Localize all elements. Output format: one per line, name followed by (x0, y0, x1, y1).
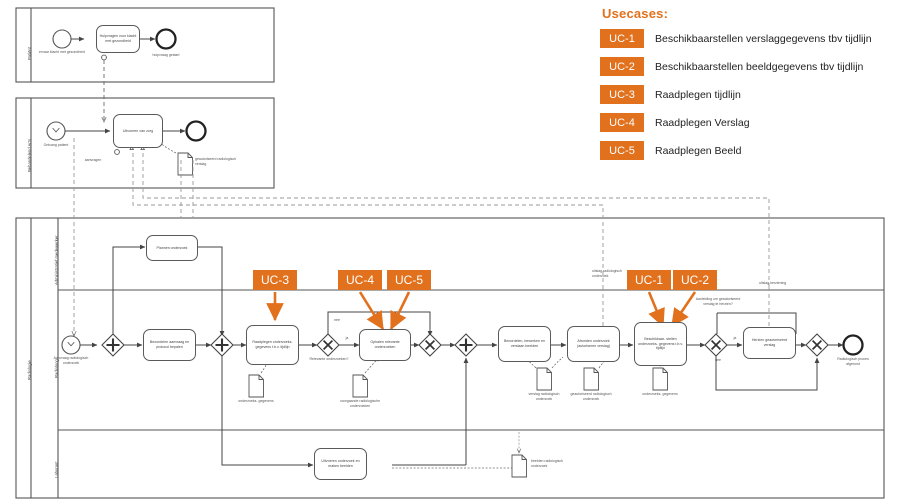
task-hulpvragen: Hulpvragen voor klacht met gezondheid (96, 25, 140, 53)
legend-row-uc-2: UC-2 Beschikbaarstellen beeldgegevens tb… (600, 57, 896, 76)
task-beschikbaarstellen-tijdlijn: Beschikbaar- stellen onderzoeks- gegeven… (634, 322, 687, 366)
lane-label-patient: Patiënt (27, 46, 32, 60)
legend-text-uc-2: Beschikbaarstellen beeldgegevens tbv tij… (655, 60, 864, 73)
label-gateway-relevante-ja: ja (345, 336, 349, 340)
legend-row-uc-1: UC-1 Beschikbaarstellen verslaggegevens … (600, 29, 896, 48)
data-object-label-onderzoeksgegevens-1: onderzoeks- gegevens (238, 399, 274, 403)
lane-label-administratief-medewerker: Administratief medewerker (54, 235, 59, 285)
label-gateway-relevante-nee: nee (334, 318, 340, 322)
task-herzien-geautoriseerd-verslag: Herzien geautoriseerd verslag (743, 327, 796, 359)
lane-label-laborant: Laborant (54, 461, 59, 478)
legend-badge-uc-4: UC-4 (600, 113, 644, 132)
bpmn-diagram-canvas: Patiënt Behandelend Arts Radiologie Admi… (0, 0, 900, 502)
legend-row-uc-3: UC-3 Raadplegen tijdlijn (600, 85, 896, 104)
task-plannen-onderzoek: Plannen onderzoek (146, 235, 198, 261)
legend-row-uc-4: UC-4 Raadplegen Verslag (600, 113, 896, 132)
task-ophalen-relevante-onderzoeken: Ophalen relevante onderzoeken (359, 329, 411, 361)
flow-laborant (392, 432, 527, 478)
pool-patient (15, 7, 275, 83)
data-object-label-verslag-radiologisch-onderzoek: verslag radiologisch onderzoek (528, 392, 560, 401)
data-objects-radioloog (248, 356, 668, 398)
legend-badge-uc-5: UC-5 (600, 141, 644, 160)
label-geautoriseerd-radiologisch-verslag: geautoriseerd radiologisch verslag (195, 157, 237, 166)
message-label-uitslag-herziening: uitslag herziening (759, 281, 787, 285)
usecase-callout-arrows (266, 291, 697, 331)
label-hulpvraag-gestart: hulpvraag gestart (152, 53, 180, 57)
label-ontvang-patient: Ontvang patient (43, 143, 69, 147)
label-ervaar-klacht: ervaar klacht met gezondheid (39, 50, 85, 54)
legend-badge-uc-2: UC-2 (600, 57, 644, 76)
legend-text-uc-4: Raadplegen Verslag (655, 116, 750, 129)
legend-row-uc-5: UC-5 Raadplegen Beeld (600, 141, 896, 160)
legend-title: Usecases: (602, 6, 669, 21)
task-uitvoeren-onderzoek-maken-beelden: Uitvoeren onderzoek en maken beelden (314, 448, 367, 480)
usecase-callout-uc-4[interactable]: UC-4 (338, 270, 382, 290)
usecase-callout-uc-5[interactable]: UC-5 (387, 270, 431, 290)
usecases-legend: Usecases: UC-1 Beschikbaarstellen versla… (600, 6, 896, 169)
pool-label-radiologie: Radiologie (27, 360, 32, 380)
data-object-label-beelden-radiologisch-onderzoek: beelden radiologisch onderzoek (531, 459, 564, 468)
data-object-label-voorgaande-onderzoeken: voorgaande radiologische onderzoeken (339, 399, 381, 408)
task-beoordelen-bewerken-verslaan: Beoordelen, bewerken en verslaan beelden (498, 326, 551, 362)
task-raadplegen-tijdlijn: Raadplegen onderzoeks- gegevens t.b.v. t… (246, 325, 299, 365)
label-gateway-aanleiding-herzien: Aanleiding om geautoriseerd verslag te h… (695, 297, 741, 306)
task-beoordelen-aanvraag: Beoordelen aanvraag en protocol bepalen (143, 329, 196, 361)
label-aanvragen: aanvragen (84, 158, 102, 162)
label-gateway-relevante-onderzoeken: Relevante onderzoeken? (309, 357, 349, 361)
legend-badge-uc-3: UC-3 (600, 85, 644, 104)
usecase-callout-uc-3[interactable]: UC-3 (253, 270, 297, 290)
legend-text-uc-1: Beschikbaarstellen verslaggegevens tbv t… (655, 32, 872, 45)
task-uitvoeren-van-zorg: Uitvoeren van zorg (113, 114, 163, 148)
legend-text-uc-3: Raadplegen tijdlijn (655, 88, 741, 101)
label-radiologisch-proces-afgerond: Radiologisch proces afgerond (837, 357, 869, 366)
data-object-label-geautoriseerd-radiologisch-onderzoek: geautoriseerd radiologisch onderzoek (570, 392, 612, 401)
legend-text-uc-5: Raadplegen Beeld (655, 144, 742, 157)
usecase-callout-uc-1[interactable]: UC-1 (627, 270, 671, 290)
legend-badge-uc-1: UC-1 (600, 29, 644, 48)
message-label-uitslag-radiologisch-onderzoek: uitslag radiologisch onderzoek (592, 269, 622, 278)
label-gateway-aanleiding-nee: nee (715, 358, 721, 362)
data-object-label-onderzoeksgegevens-2: onderzoeks- gegevens (642, 392, 678, 396)
label-aanvraag-radiologisch-onderzoek: Aanvraag radiologisch onderzoek (53, 356, 89, 365)
label-gateway-aanleiding-ja: ja (733, 336, 737, 340)
task-afronden-onderzoek: Afronden onderzoek (autoriseren verslag) (567, 326, 620, 362)
usecase-callout-uc-2[interactable]: UC-2 (673, 270, 717, 290)
